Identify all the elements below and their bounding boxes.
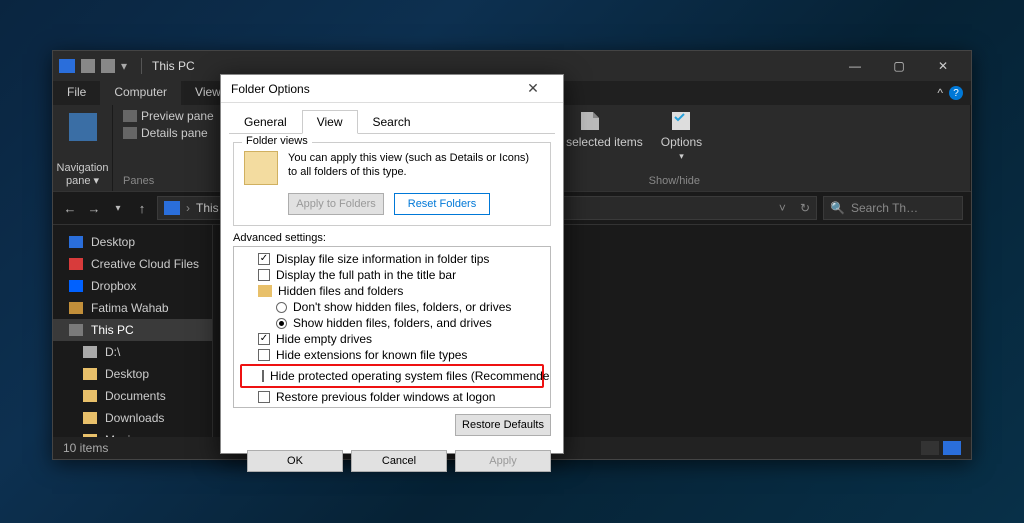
tree-creative-cloud[interactable]: Creative Cloud Files bbox=[53, 253, 212, 275]
cancel-button[interactable]: Cancel bbox=[351, 450, 447, 472]
qat-icon-2[interactable] bbox=[101, 59, 115, 73]
dialog-titlebar: Folder Options ✕ bbox=[221, 75, 563, 103]
restore-defaults-button[interactable]: Restore Defaults bbox=[455, 414, 551, 436]
adv-item-1[interactable]: Display the full path in the title bar bbox=[240, 267, 544, 283]
ribbon-group-navpane: Navigation pane ▾ bbox=[53, 105, 113, 191]
adv-item-label: Hide empty drives bbox=[276, 332, 372, 346]
adv-item-label: Hidden files and folders bbox=[278, 284, 403, 298]
folder-views-icon bbox=[244, 151, 278, 185]
options-icon bbox=[669, 109, 693, 133]
navpane-icon[interactable] bbox=[69, 113, 97, 141]
apply-to-folders-button[interactable]: Apply to Folders bbox=[288, 193, 384, 215]
panes-group-label: Panes bbox=[123, 175, 154, 187]
view-large-icon[interactable] bbox=[943, 441, 961, 455]
adv-item-3[interactable]: Don't show hidden files, folders, or dri… bbox=[240, 299, 544, 315]
help-icon[interactable]: ? bbox=[949, 86, 963, 100]
adv-item-9[interactable]: Show drive letters bbox=[240, 405, 544, 408]
apply-button[interactable]: Apply bbox=[455, 450, 551, 472]
up-button[interactable]: ↑ bbox=[133, 201, 151, 216]
checkbox-icon[interactable] bbox=[262, 370, 264, 382]
navpane-button[interactable]: Navigation pane ▾ bbox=[57, 162, 109, 187]
adv-item-label: Display the full path in the title bar bbox=[276, 268, 456, 282]
adv-item-label: Restore previous folder windows at logon bbox=[276, 390, 495, 404]
hide-selected-icon bbox=[578, 109, 602, 133]
advanced-settings-list[interactable]: Display file size information in folder … bbox=[233, 246, 551, 408]
qat-icon-1[interactable] bbox=[81, 59, 95, 73]
maximize-button[interactable]: ▢ bbox=[877, 51, 921, 81]
forward-button[interactable]: → bbox=[85, 201, 103, 216]
adv-item-label: Display file size information in folder … bbox=[276, 252, 489, 266]
radio-icon[interactable] bbox=[276, 302, 287, 313]
search-input[interactable]: 🔍 Search Th… bbox=[823, 196, 963, 220]
tree-d-drive[interactable]: D:\ bbox=[53, 341, 212, 363]
dialog-tabs: General View Search bbox=[229, 109, 555, 134]
adv-item-label: Show hidden files, folders, and drives bbox=[293, 316, 492, 330]
tab-search[interactable]: Search bbox=[358, 110, 426, 134]
tree-dropbox[interactable]: Dropbox bbox=[53, 275, 212, 297]
address-dropdown-icon[interactable]: ˅ bbox=[779, 201, 786, 215]
adv-item-4[interactable]: Show hidden files, folders, and drives bbox=[240, 315, 544, 331]
folder-views-legend: Folder views bbox=[242, 135, 312, 147]
pc-icon bbox=[59, 59, 75, 73]
reset-folders-button[interactable]: Reset Folders bbox=[394, 193, 490, 215]
dialog-title: Folder Options bbox=[231, 82, 310, 96]
adv-item-label: Show drive letters bbox=[276, 406, 371, 408]
minimize-button[interactable]: — bbox=[833, 51, 877, 81]
checkbox-icon[interactable] bbox=[258, 407, 270, 408]
dialog-close-button[interactable]: ✕ bbox=[513, 80, 553, 97]
advanced-label: Advanced settings: bbox=[233, 232, 551, 244]
checkbox-icon[interactable] bbox=[258, 333, 270, 345]
checkbox-icon[interactable] bbox=[258, 391, 270, 403]
qat-dropdown-icon[interactable]: ▾ bbox=[121, 59, 135, 73]
tree-documents[interactable]: Documents bbox=[53, 385, 212, 407]
checkbox-icon[interactable] bbox=[258, 253, 270, 265]
tree-downloads[interactable]: Downloads bbox=[53, 407, 212, 429]
tree-desktop-folder[interactable]: Desktop bbox=[53, 363, 212, 385]
adv-item-2[interactable]: Hidden files and folders bbox=[240, 283, 544, 299]
nav-tree[interactable]: Desktop Creative Cloud Files Dropbox Fat… bbox=[53, 225, 213, 437]
search-placeholder: Search Th… bbox=[851, 201, 918, 215]
pc-crumb-icon bbox=[164, 201, 180, 215]
adv-item-5[interactable]: Hide empty drives bbox=[240, 331, 544, 347]
recent-dropdown[interactable]: ▾ bbox=[109, 203, 127, 214]
preview-pane-toggle[interactable]: Preview pane bbox=[123, 109, 214, 123]
details-pane-toggle[interactable]: Details pane bbox=[123, 126, 214, 140]
dialog-footer: OK Cancel Apply bbox=[221, 450, 563, 472]
tab-general[interactable]: General bbox=[229, 110, 302, 134]
adv-item-label: Hide extensions for known file types bbox=[276, 348, 467, 362]
folder-views-group: Folder views You can apply this view (su… bbox=[233, 142, 551, 226]
adv-item-8[interactable]: Restore previous folder windows at logon bbox=[240, 389, 544, 405]
close-button[interactable]: ✕ bbox=[921, 51, 965, 81]
back-button[interactable]: ← bbox=[61, 201, 79, 216]
tab-computer[interactable]: Computer bbox=[100, 81, 181, 105]
adv-item-label: Don't show hidden files, folders, or dri… bbox=[293, 300, 511, 314]
status-text: 10 items bbox=[63, 441, 108, 455]
ok-button[interactable]: OK bbox=[247, 450, 343, 472]
tree-desktop[interactable]: Desktop bbox=[53, 231, 212, 253]
folder-options-dialog: Folder Options ✕ General View Search Fol… bbox=[220, 74, 564, 454]
folder-icon bbox=[258, 285, 272, 297]
adv-item-6[interactable]: Hide extensions for known file types bbox=[240, 347, 544, 363]
tree-music[interactable]: Music bbox=[53, 429, 212, 437]
folder-views-text: You can apply this view (such as Details… bbox=[288, 151, 540, 180]
showhide-group-label: Show/hide bbox=[649, 175, 700, 187]
adv-item-label: Hide protected operating system files (R… bbox=[270, 369, 551, 383]
view-details-icon[interactable] bbox=[921, 441, 939, 455]
tree-user[interactable]: Fatima Wahab bbox=[53, 297, 212, 319]
collapse-ribbon-icon[interactable]: ^ bbox=[937, 86, 943, 100]
refresh-icon[interactable]: ↻ bbox=[800, 201, 810, 215]
search-icon: 🔍 bbox=[830, 201, 845, 215]
ribbon-group-panes: Preview pane Details pane Panes bbox=[113, 105, 225, 191]
options-button[interactable]: Options ▾ bbox=[661, 109, 702, 162]
highlighted-setting: Hide protected operating system files (R… bbox=[240, 364, 544, 388]
tab-view-dialog[interactable]: View bbox=[302, 110, 358, 134]
checkbox-icon[interactable] bbox=[258, 269, 270, 281]
tab-file[interactable]: File bbox=[53, 81, 100, 105]
adv-item-7[interactable]: Hide protected operating system files (R… bbox=[244, 368, 540, 384]
radio-icon[interactable] bbox=[276, 318, 287, 329]
explorer-title: This PC bbox=[152, 59, 195, 73]
checkbox-icon[interactable] bbox=[258, 349, 270, 361]
adv-item-0[interactable]: Display file size information in folder … bbox=[240, 251, 544, 267]
tree-this-pc[interactable]: This PC bbox=[53, 319, 212, 341]
